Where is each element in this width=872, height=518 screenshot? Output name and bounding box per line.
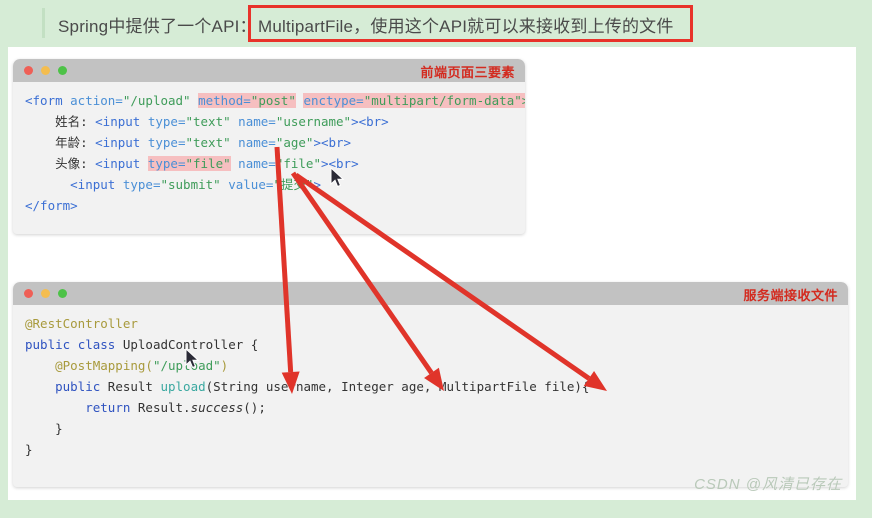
code-token: UploadController { bbox=[122, 337, 259, 352]
code-token: value= bbox=[228, 177, 274, 192]
code-token: "multipart/form-data"> bbox=[363, 93, 525, 108]
code-token: type= bbox=[147, 114, 186, 129]
code-token: "提交" bbox=[273, 177, 314, 192]
code-token: > bbox=[313, 135, 321, 150]
code-line: @PostMapping("/upload") bbox=[13, 355, 848, 376]
code-token: <input bbox=[70, 177, 123, 192]
header-region: Spring中提供了一个API： MultipartFile，使用这个API就可… bbox=[0, 0, 872, 47]
window-titlebar-frontend: 前端页面三要素 bbox=[13, 59, 525, 82]
code-token: "text" bbox=[185, 114, 239, 129]
code-token: "file" bbox=[185, 156, 231, 171]
code-token: success bbox=[190, 400, 244, 415]
code-token: @RestController bbox=[25, 316, 138, 331]
code-token: name= bbox=[238, 156, 276, 171]
code-line: <form action="/upload" method="post" enc… bbox=[13, 90, 525, 111]
code-line: } bbox=[13, 439, 848, 460]
code-token: type= bbox=[147, 135, 186, 150]
code-token: enctype= bbox=[303, 93, 364, 108]
code-token: ) bbox=[220, 358, 229, 373]
code-token: 姓名: bbox=[25, 114, 96, 129]
code-window-backend: 服务端接收文件 @RestController public class Uplo… bbox=[13, 282, 848, 487]
code-token: "submit" bbox=[160, 177, 229, 192]
code-token: public bbox=[55, 379, 108, 394]
header-text-highlight: MultipartFile，使用这个API就可以来接收到上传的文件 bbox=[258, 17, 674, 36]
code-token: </form> bbox=[25, 198, 78, 213]
window-title-backend: 服务端接收文件 bbox=[743, 288, 838, 303]
code-token: > bbox=[320, 156, 329, 171]
code-content-backend: @RestController public class UploadContro… bbox=[13, 305, 848, 470]
traffic-lights-frontend bbox=[24, 66, 67, 75]
code-token: type= bbox=[122, 177, 161, 192]
maximize-icon[interactable] bbox=[58, 66, 67, 75]
content-card: 前端页面三要素 <form action="/upload" method="p… bbox=[8, 47, 856, 500]
code-token: name= bbox=[238, 135, 276, 150]
code-token: <input bbox=[95, 114, 148, 129]
code-token: "post" bbox=[250, 93, 296, 108]
code-token: <br> bbox=[358, 114, 389, 129]
window-title-frontend: 前端页面三要素 bbox=[420, 65, 515, 80]
close-icon[interactable] bbox=[24, 289, 33, 298]
code-token: "username" bbox=[275, 114, 352, 129]
code-token: (String username, Integer age, Multipart… bbox=[205, 379, 590, 394]
code-token: 头像: bbox=[25, 156, 96, 171]
code-token: return bbox=[85, 400, 138, 415]
code-token: > bbox=[351, 114, 359, 129]
code-token: class bbox=[77, 337, 123, 352]
code-line: 年龄: <input type="text" name="age"><br> bbox=[13, 132, 525, 153]
window-titlebar-backend: 服务端接收文件 bbox=[13, 282, 848, 305]
code-token: type= bbox=[147, 156, 186, 171]
code-token: "file" bbox=[275, 156, 321, 171]
code-line: public class UploadController { bbox=[13, 334, 848, 355]
code-line: @RestController bbox=[13, 313, 848, 334]
code-line: <input type="submit" value="提交"> bbox=[13, 174, 525, 195]
code-token: } bbox=[25, 421, 63, 436]
code-token: "/upload" bbox=[122, 93, 199, 108]
code-token: method= bbox=[198, 93, 251, 108]
code-token: "text" bbox=[185, 135, 239, 150]
code-token: (); bbox=[243, 400, 266, 415]
code-token: name= bbox=[238, 114, 276, 129]
code-token: <br> bbox=[320, 135, 352, 150]
code-token: Result. bbox=[137, 400, 191, 415]
watermark-text: CSDN @风清已存在 bbox=[694, 476, 842, 493]
code-token: action= bbox=[70, 93, 123, 108]
code-line: return Result.success(); bbox=[13, 397, 848, 418]
code-line: </form> bbox=[13, 195, 525, 216]
code-token: upload bbox=[160, 379, 206, 394]
code-token: 年龄: bbox=[25, 135, 96, 150]
code-token: <form bbox=[25, 93, 71, 108]
header-text-prefix: Spring中提供了一个API： bbox=[58, 17, 257, 36]
code-line: 姓名: <input type="text" name="username"><… bbox=[13, 111, 525, 132]
code-token: > bbox=[313, 177, 321, 192]
code-window-frontend: 前端页面三要素 <form action="/upload" method="p… bbox=[13, 59, 525, 234]
traffic-lights-backend bbox=[24, 289, 67, 298]
close-icon[interactable] bbox=[24, 66, 33, 75]
code-content-frontend: <form action="/upload" method="post" enc… bbox=[13, 82, 525, 226]
code-token: @PostMapping( bbox=[25, 358, 153, 373]
code-token: Result bbox=[107, 379, 161, 394]
maximize-icon[interactable] bbox=[58, 289, 67, 298]
code-token: "age" bbox=[275, 135, 314, 150]
code-line: } bbox=[13, 418, 848, 439]
code-token: <input bbox=[95, 135, 148, 150]
code-token: "/upload" bbox=[152, 358, 221, 373]
code-line: 头像: <input type="file" name="file"><br> bbox=[13, 153, 525, 174]
code-token: <input bbox=[95, 156, 148, 171]
header-accent-bar bbox=[42, 8, 45, 38]
minimize-icon[interactable] bbox=[41, 66, 50, 75]
code-token: public bbox=[25, 337, 78, 352]
code-line: public Result upload(String username, In… bbox=[13, 376, 848, 397]
code-token: } bbox=[25, 442, 33, 457]
minimize-icon[interactable] bbox=[41, 289, 50, 298]
code-token: <br> bbox=[328, 156, 359, 171]
